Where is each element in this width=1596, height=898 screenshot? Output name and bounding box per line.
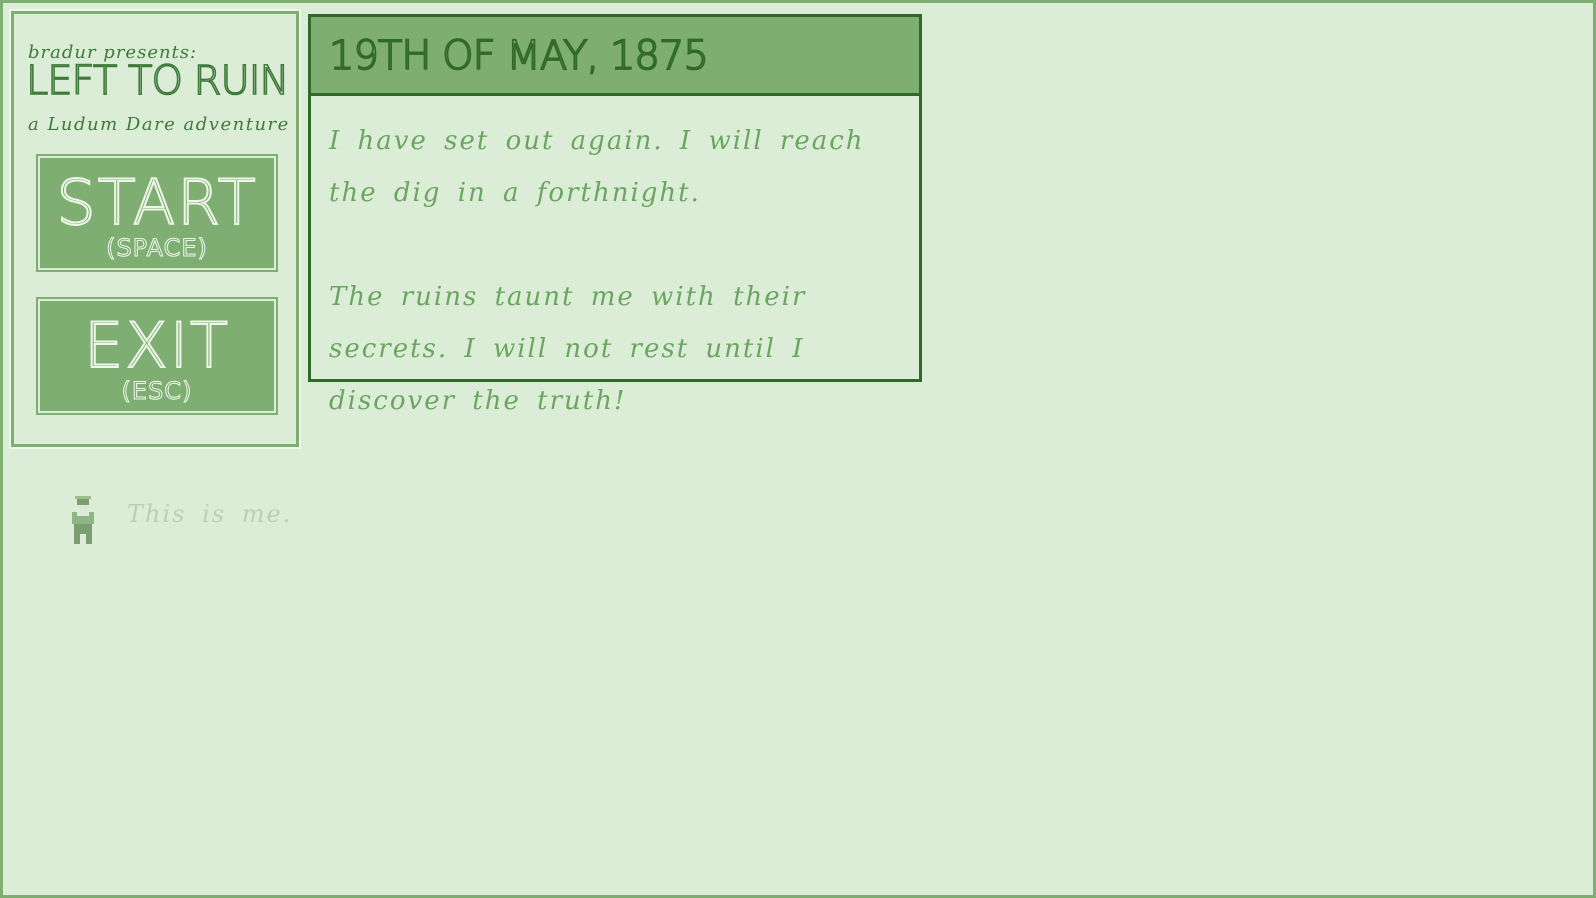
game-viewport: bradur presents: LEFT TO RUIN a Ludum Da… xyxy=(0,0,1596,898)
start-button[interactable]: START (SPACE) xyxy=(36,154,278,272)
player-hint-text: This is me. xyxy=(127,500,293,528)
journal-header: 19TH OF MAY, 1875 xyxy=(311,17,919,96)
journal-paragraph: I have set out again. I will reach the d… xyxy=(329,126,865,208)
journal-paragraph: The ruins taunt me with their secrets. I… xyxy=(329,282,807,416)
start-button-key-hint: (SPACE) xyxy=(106,234,208,263)
journal-date: 19TH OF MAY, 1875 xyxy=(328,32,710,80)
exit-button-label: EXIT xyxy=(83,309,230,382)
exit-button-key-hint: (ESC) xyxy=(121,377,193,406)
game-subtitle: a Ludum Dare adventure xyxy=(28,114,290,135)
game-title: LEFT TO RUIN xyxy=(25,57,290,105)
player-character-icon xyxy=(72,496,94,544)
exit-button[interactable]: EXIT (ESC) xyxy=(36,297,278,415)
start-button-label: START xyxy=(55,166,258,239)
journal-panel: 19TH OF MAY, 1875 I have set out again. … xyxy=(308,14,922,416)
main-menu-panel: bradur presents: LEFT TO RUIN a Ludum Da… xyxy=(11,11,299,447)
journal-body: I have set out again. I will reach the d… xyxy=(329,115,899,479)
